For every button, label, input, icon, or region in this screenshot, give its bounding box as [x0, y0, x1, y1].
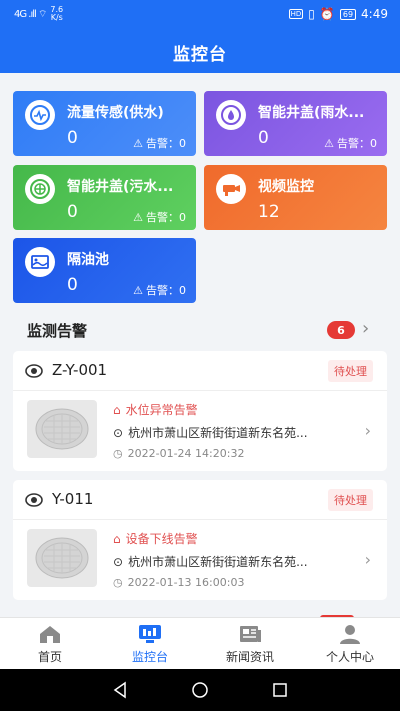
card-count: 0	[67, 128, 78, 148]
alert-bell-icon: ⌂	[113, 402, 121, 417]
device-id: Z-Y-001	[52, 361, 108, 379]
tab-label: 新闻资讯	[225, 649, 274, 664]
card-name: 流量传感(供水)	[67, 105, 164, 121]
alert-card[interactable]: Y-011 待处理 ⌂ 设备下线告警 ⊙ 杭州市萧山区新街街道新东名苑... ◷ 20…	[13, 480, 387, 600]
tab-label: 首页	[37, 649, 62, 664]
warning-icon: ⚠	[133, 283, 143, 297]
signal-icon: 4G .ıll ⌔	[14, 8, 47, 20]
location-icon: ⊙	[113, 554, 124, 569]
chevron-right-icon[interactable]: ›	[365, 421, 371, 440]
system-nav-bar	[0, 669, 400, 711]
card-alarm: ⚠ 告警：0	[324, 136, 377, 151]
device-id: Y-011	[52, 490, 94, 508]
flow-sensor-icon	[25, 100, 55, 130]
manhole-thumbnail	[27, 529, 97, 587]
tab-news[interactable]: 新闻资讯	[200, 618, 300, 669]
manhole-rain-icon	[216, 100, 246, 130]
card-manhole-sewage[interactable]: 智能井盖(污水... 0 ⚠ 告警：0	[13, 165, 196, 230]
card-count: 12	[258, 202, 280, 222]
alarm-icon: ⏰	[319, 7, 335, 21]
tab-profile[interactable]: 个人中心	[300, 618, 400, 669]
news-icon	[240, 625, 261, 642]
device-icon	[25, 493, 43, 507]
hd-icon: HD	[288, 9, 304, 19]
page-title: 监控台	[173, 45, 227, 65]
alert-type: ⌂ 水位异常告警	[113, 402, 198, 418]
card-name: 智能井盖(污水...	[67, 179, 174, 195]
card-name: 隔油池	[67, 252, 109, 268]
status-badge: 待处理	[328, 489, 373, 511]
section-title: 监测告警	[27, 322, 88, 340]
status-bar: 4G .ıll ⌔ 7.6 K/s HD ▯ ⏰ 69 4:49	[0, 0, 400, 28]
chevron-right-icon[interactable]: ›	[362, 318, 369, 339]
recents-icon[interactable]	[271, 681, 289, 699]
net-speed: 7.6 K/s	[50, 5, 64, 22]
alert-time: ◷ 2022-01-24 14:20:32	[113, 447, 245, 460]
alert-count-badge: 6	[327, 321, 355, 339]
tab-monitor[interactable]: 监控台	[100, 618, 200, 669]
back-icon[interactable]	[111, 681, 129, 699]
card-alarm: ⚠ 告警：0	[133, 136, 186, 151]
card-name: 智能井盖(雨水...	[258, 105, 365, 121]
tab-label: 个人中心	[325, 649, 374, 664]
card-count: 0	[67, 275, 78, 295]
clock-icon: ◷	[113, 576, 123, 589]
home-circle-icon[interactable]	[191, 681, 209, 699]
battery-icon: 69	[339, 8, 357, 20]
camera-icon	[216, 174, 246, 204]
alert-card[interactable]: Z-Y-001 待处理 ⌂ 水位异常告警 ⊙ 杭州市萧山区新街街道新东名苑... ◷…	[13, 351, 387, 471]
warning-icon: ⚠	[133, 210, 143, 224]
warning-icon: ⚠	[324, 136, 334, 150]
card-name: 视频监控	[258, 179, 314, 195]
manhole-thumbnail	[27, 400, 97, 458]
card-count: 0	[67, 202, 78, 222]
tab-home[interactable]: 首页	[0, 618, 100, 669]
tab-label: 监控台	[131, 649, 168, 664]
home-icon	[40, 625, 60, 643]
clock-time: 4:49	[361, 7, 388, 21]
alert-bell-icon: ⌂	[113, 531, 121, 546]
device-icon	[25, 364, 43, 378]
bottom-tab-bar: 首页 监控台 新闻资讯 个人中心	[0, 617, 400, 669]
alert-address: ⊙ 杭州市萧山区新街街道新东名苑...	[113, 554, 308, 570]
warning-icon: ⚠	[133, 136, 143, 150]
location-icon: ⊙	[113, 425, 124, 440]
manhole-sewage-icon	[25, 174, 55, 204]
alert-address: ⊙ 杭州市萧山区新街街道新东名苑...	[113, 425, 308, 441]
card-video-monitor[interactable]: 视频监控 12	[204, 165, 387, 230]
user-icon	[340, 624, 360, 644]
card-count: 0	[258, 128, 269, 148]
card-grease-trap[interactable]: 隔油池 0 ⚠ 告警：0	[13, 238, 196, 303]
status-badge: 待处理	[328, 360, 373, 382]
clock-icon: ◷	[113, 447, 123, 460]
card-alarm: ⚠ 告警：0	[133, 210, 186, 225]
alert-type: ⌂ 设备下线告警	[113, 531, 198, 547]
alert-time: ◷ 2022-01-13 16:00:03	[113, 576, 245, 589]
card-manhole-rain[interactable]: 智能井盖(雨水... 0 ⚠ 告警：0	[204, 91, 387, 156]
card-flow-sensor[interactable]: 流量传感(供水) 0 ⚠ 告警：0	[13, 91, 196, 156]
app-header: 4G .ıll ⌔ 7.6 K/s HD ▯ ⏰ 69 4:49 监控台	[0, 0, 400, 73]
monitor-icon	[139, 624, 161, 643]
card-alarm: ⚠ 告警：0	[133, 283, 186, 298]
chevron-right-icon[interactable]: ›	[365, 550, 371, 569]
vibrate-icon: ▯	[308, 7, 315, 21]
grease-trap-icon	[25, 247, 55, 277]
